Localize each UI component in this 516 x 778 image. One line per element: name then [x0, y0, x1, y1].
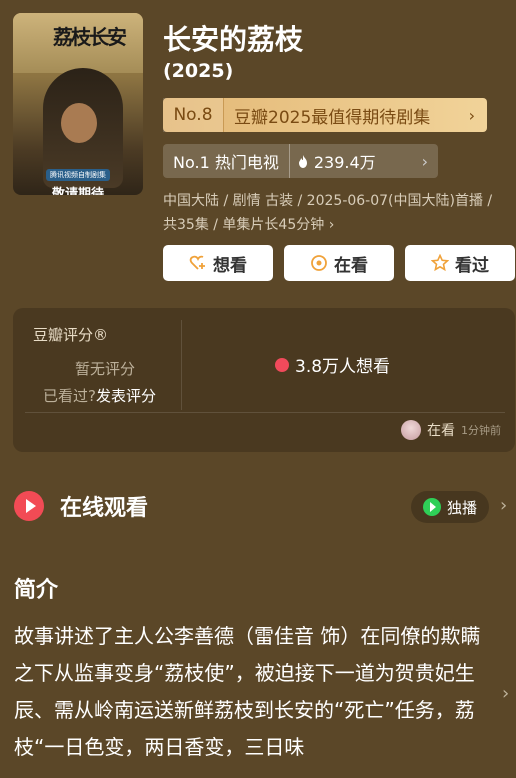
exclusive-label: 独播 [446, 498, 477, 517]
chevron-right-icon[interactable]: › [502, 683, 509, 704]
divider [181, 320, 182, 410]
target-icon [311, 255, 327, 271]
show-meta[interactable]: 中国大陆 / 剧情 古装 / 2025-06-07(中国大陆)首播 / 共35集… [163, 189, 508, 237]
heart-plus-icon [189, 255, 205, 270]
want-to-watch-button[interactable]: 想看 [163, 245, 273, 281]
poster-title: 荔枝长安 [53, 25, 127, 49]
hot-label: No.1 热门电视 [163, 144, 290, 178]
rank-banner[interactable]: No.8 豆瓣2025最值得期待剧集 › [163, 98, 487, 132]
no-rating-text: 暂无评分 [75, 360, 136, 378]
want-to-watch-label: 想看 [213, 255, 247, 276]
divider [25, 412, 505, 413]
rating-card: 豆瓣评分® 暂无评分 已看过?发表评分 3.8万人想看 在看 1分钟前 [13, 308, 515, 452]
rate-link[interactable]: 发表评分 [96, 387, 156, 405]
release-year: (2025) [163, 60, 234, 82]
recent-status: 在看 [427, 423, 455, 439]
play-icon [14, 491, 44, 521]
watched-label: 看过 [455, 255, 489, 276]
recent-activity[interactable]: 在看 1分钟前 [401, 420, 501, 440]
star-icon [431, 254, 449, 272]
chevron-right-icon: › [468, 105, 475, 125]
poster-image[interactable]: 荔枝长安 腾讯视频自制剧集 敬请期待 [13, 13, 143, 195]
hot-score: 239.4万 [290, 149, 422, 173]
rank-number: No.8 [163, 98, 224, 132]
want-count-text: 3.8万人想看 [295, 357, 391, 377]
hot-value: 239.4万 [313, 153, 376, 172]
online-watch-title: 在线观看 [60, 496, 149, 521]
flame-icon [298, 154, 307, 168]
iqiyi-icon [422, 498, 441, 516]
action-buttons: 想看 在看 看过 [163, 245, 515, 281]
poster-face [61, 103, 97, 143]
want-count: 3.8万人想看 [275, 352, 390, 377]
poster-subtitle: 腾讯视频自制剧集 [46, 169, 110, 181]
seen-prefix: 已看过? [43, 387, 96, 405]
online-watch-section[interactable]: 在线观看 [14, 490, 148, 522]
page-title: 长安的荔枝 [163, 23, 304, 56]
recent-time: 1分钟前 [461, 424, 501, 437]
watched-button[interactable]: 看过 [405, 245, 515, 281]
douban-rating-label: 豆瓣评分® [33, 326, 109, 344]
watching-button[interactable]: 在看 [284, 245, 394, 281]
intro-text[interactable]: 故事讲述了主人公李善德（雷佳音 饰）在同僚的欺瞒之下从监事变身“荔枝使”，被迫接… [14, 618, 490, 766]
avatar [401, 420, 421, 440]
flame-icon [275, 357, 289, 372]
chevron-right-icon[interactable]: › [500, 495, 507, 516]
poster-badge: 敬请期待 [51, 187, 104, 195]
intro-title: 简介 [14, 578, 59, 603]
watching-label: 在看 [334, 255, 368, 276]
exclusive-platform-button[interactable]: 独播 [411, 491, 489, 523]
rate-prompt: 已看过?发表评分 [43, 385, 156, 406]
rank-text: 豆瓣2025最值得期待剧集 [234, 107, 431, 128]
hot-ranking-banner[interactable]: No.1 热门电视 239.4万 › [163, 144, 438, 178]
chevron-right-icon: › [421, 151, 428, 171]
